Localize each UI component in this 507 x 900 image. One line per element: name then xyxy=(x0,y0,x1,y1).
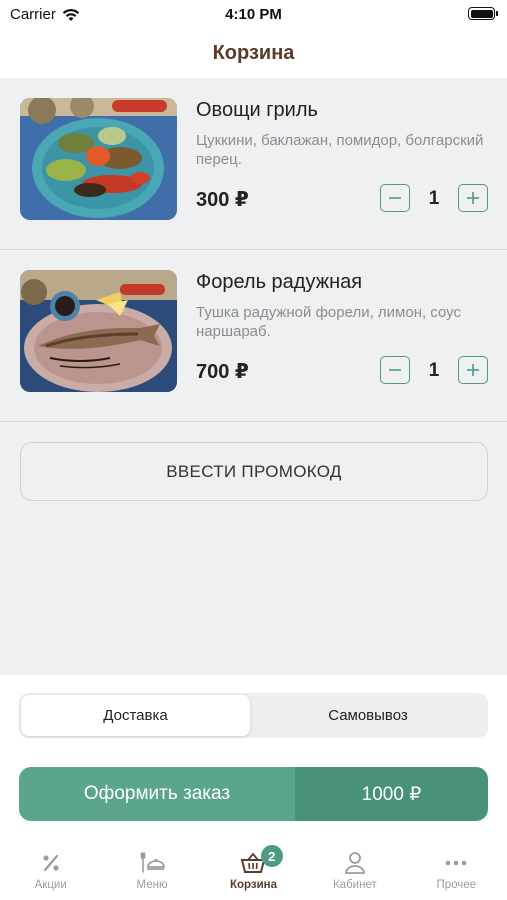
item-price: 300 ₽ xyxy=(196,189,249,211)
increase-quantity-button[interactable] xyxy=(458,184,488,212)
item-description: Цуккини, баклажан, помидор, болгарский п… xyxy=(196,132,484,168)
item-quantity: 1 xyxy=(428,188,440,209)
tab-label: Прочее xyxy=(436,879,477,891)
minus-icon xyxy=(389,197,401,199)
tab-more[interactable]: Прочее xyxy=(406,843,507,900)
promo-code-button[interactable]: ВВЕСТИ ПРОМОКОД xyxy=(20,442,488,501)
checkout-panel: Доставка Самовывоз Оформить заказ 1000 ₽… xyxy=(0,675,507,900)
decrease-quantity-button[interactable] xyxy=(380,356,410,384)
tab-label: Меню xyxy=(136,879,168,891)
minus-icon xyxy=(389,369,401,371)
user-icon xyxy=(342,851,368,875)
status-bar: Carrier 4:10 PM xyxy=(0,0,507,28)
tab-label: Кабинет xyxy=(332,879,377,891)
percent-icon xyxy=(38,851,64,875)
nav-header: Корзина xyxy=(0,28,507,78)
cart-item: Форель радужная Тушка радужной форели, л… xyxy=(0,250,507,422)
cart-count-badge: 2 xyxy=(260,845,283,867)
clock: 4:10 PM xyxy=(225,6,282,23)
item-quantity: 1 xyxy=(428,360,440,381)
menu-dish-icon xyxy=(139,851,165,875)
pickup-option[interactable]: Самовывоз xyxy=(250,695,486,736)
tab-account[interactable]: Кабинет xyxy=(304,843,405,900)
cart-item: Овощи гриль Цуккини, баклажан, помидор, … xyxy=(0,78,507,250)
increase-quantity-button[interactable] xyxy=(458,356,488,384)
battery-icon xyxy=(468,7,498,20)
tab-promotions[interactable]: Акции xyxy=(0,843,101,900)
more-dots-icon xyxy=(443,851,469,875)
tab-menu[interactable]: Меню xyxy=(101,843,202,900)
delivery-method-selector: Доставка Самовывоз xyxy=(19,693,488,738)
tab-bar: Акции Меню 2 Корзина Кабинет Прочее xyxy=(0,843,507,900)
order-total: 1000 ₽ xyxy=(295,767,488,821)
decrease-quantity-button[interactable] xyxy=(380,184,410,212)
cart-content: Овощи гриль Цуккини, баклажан, помидор, … xyxy=(0,78,507,675)
tab-label: Корзина xyxy=(229,879,277,891)
item-photo xyxy=(20,98,177,220)
item-photo xyxy=(20,270,177,392)
item-price: 700 ₽ xyxy=(196,361,249,383)
tab-cart[interactable]: 2 Корзина xyxy=(203,843,304,900)
item-name: Форель радужная xyxy=(196,271,363,293)
item-name: Овощи гриль xyxy=(196,99,318,121)
delivery-option[interactable]: Доставка xyxy=(21,695,250,736)
tab-label: Акции xyxy=(34,879,67,891)
item-description: Тушка радужной форели, лимон, соус нарша… xyxy=(196,304,461,340)
plus-icon xyxy=(467,192,479,204)
checkout-label: Оформить заказ xyxy=(19,767,295,821)
checkout-button[interactable]: Оформить заказ 1000 ₽ xyxy=(19,767,488,821)
plus-icon xyxy=(467,364,479,376)
page-title: Корзина xyxy=(212,41,295,64)
